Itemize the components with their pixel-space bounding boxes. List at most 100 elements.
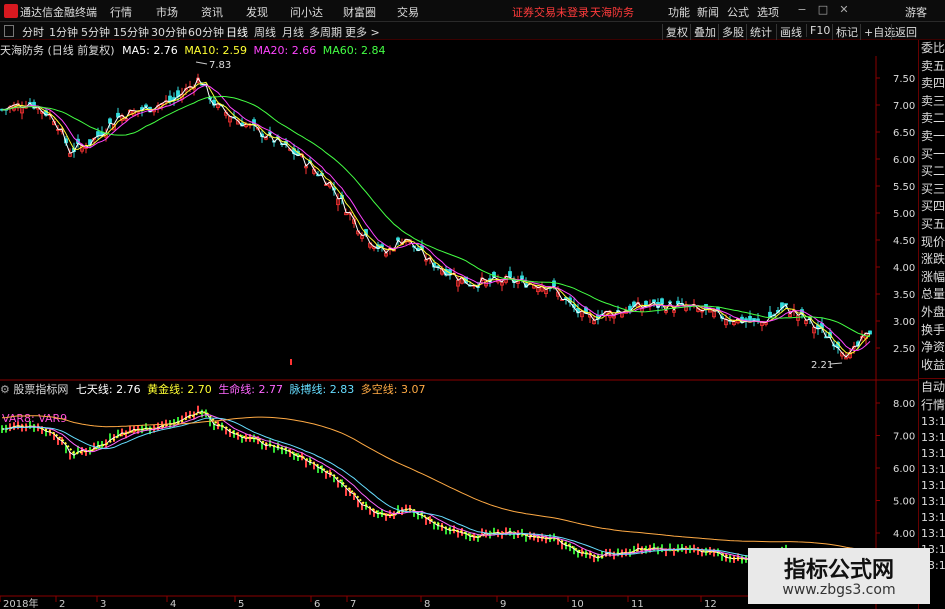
menu-faxian[interactable]: 发现: [246, 4, 268, 20]
indicator-tick-label: 7.00: [893, 432, 915, 443]
quote-field-6: 买一: [921, 146, 945, 161]
multi-stock-button[interactable]: 多股: [718, 24, 744, 40]
indicator-tick-label: 8.00: [893, 399, 915, 410]
chart-area[interactable]: 7.50 7.00 6.50 6.00 5.50 5.00 4.50 4.00 3.50 3.00…: [0, 56, 918, 609]
indicator-line-2: [1, 414, 871, 577]
high-price-label: 7.83: [209, 60, 231, 71]
date-tick-label: 2018年: [3, 597, 38, 609]
watermark-title: 指标公式网: [783, 558, 894, 583]
quote-field-4: 卖二: [921, 111, 945, 126]
date-tick-label: 9: [500, 599, 506, 609]
ma-line-1: [1, 81, 871, 355]
price-tick-label: 6.50: [893, 128, 915, 139]
tick-panel-tab-1[interactable]: 行情: [919, 397, 945, 415]
tick-time-5: 13:12: [921, 495, 945, 509]
statistics-button[interactable]: 统计: [746, 24, 772, 40]
period-monthly[interactable]: 月线: [282, 24, 304, 40]
app-title: 通达信金融终端: [20, 6, 97, 19]
app-logo-icon: [4, 4, 18, 18]
guest-label[interactable]: 游客: [905, 4, 927, 20]
menu-zixun[interactable]: 资讯: [201, 4, 223, 20]
quote-field-list: 委比 卖五 卖四 卖三 卖二 卖一 买一 买二 买三 买四 买五 现价 涨跌 涨幅 总量 外盘 换手 净资 收益: [919, 40, 945, 374]
menu-jiaoyi[interactable]: 交易: [397, 4, 419, 20]
tick-panel-tab-0[interactable]: 自动: [919, 379, 945, 397]
price-tick-label: 4.50: [893, 236, 915, 247]
mark-button[interactable]: 标记: [832, 24, 858, 40]
period-15min[interactable]: 15分钟: [113, 24, 149, 40]
date-tick-label: 3: [100, 599, 106, 609]
period-weekly[interactable]: 周线: [254, 24, 276, 40]
tick-time-7: 13:12: [921, 527, 945, 541]
tick-time-1: 13:11: [921, 431, 945, 445]
menu-xinwen[interactable]: 新闻: [697, 4, 719, 20]
menu-hangqing[interactable]: 行情: [110, 4, 132, 20]
tick-time-4: 13:12: [921, 479, 945, 493]
close-icon[interactable]: ✕: [837, 3, 851, 17]
period-60min[interactable]: 60分钟: [188, 24, 224, 40]
menu-shichang[interactable]: 市场: [156, 4, 178, 20]
period-toolbar: 分时 1分钟 5分钟 15分钟 30分钟 60分钟 日线 周线 月线 多周期 更…: [0, 22, 945, 40]
price-tick-label: 7.50: [893, 74, 915, 85]
price-legend: 天海防务 (日线 前复权) MA5: 2.76 MA10: 2.59 MA20:…: [0, 42, 385, 57]
quote-field-3: 卖三: [921, 93, 945, 108]
f10-button[interactable]: F10: [806, 24, 830, 37]
period-daily[interactable]: 日线: [226, 24, 248, 40]
ma-line-3: [1, 95, 871, 338]
menu-gongshi[interactable]: 公式: [727, 4, 749, 20]
period-more[interactable]: 更多 >: [345, 24, 380, 40]
event-marker[interactable]: [290, 359, 292, 365]
indicator-tick-label: 4.00: [893, 529, 915, 540]
quote-field-15: 外盘: [921, 304, 945, 319]
indicator-tick-label: 5.00: [893, 497, 915, 508]
period-5min[interactable]: 5分钟: [81, 24, 110, 40]
high-price-pointer: [195, 61, 208, 65]
date-tick-label: 12: [704, 599, 717, 609]
back-button[interactable]: 返回: [891, 24, 917, 40]
date-tick-label: 10: [571, 599, 584, 609]
maximize-icon[interactable]: □: [816, 3, 830, 17]
indicator-panel: [1, 405, 871, 585]
tick-time-3: 13:11: [921, 463, 945, 477]
candle-body: [508, 271, 512, 278]
toggle-panel-icon[interactable]: [4, 25, 14, 37]
menu-xuanxiang[interactable]: 选项: [757, 4, 779, 20]
price-tick-label: 7.00: [893, 101, 915, 112]
period-multi[interactable]: 多周期: [309, 24, 342, 40]
date-tick-label: 7: [350, 599, 356, 609]
quote-field-8: 买三: [921, 181, 945, 196]
overlay-button[interactable]: 叠加: [690, 24, 716, 40]
low-price-label: 2.21: [811, 360, 833, 371]
quote-field-0: 委比: [921, 41, 945, 55]
tick-time-6: 13:12: [921, 511, 945, 525]
candle-body: [108, 118, 112, 124]
quote-side-panel: 委比 卖五 卖四 卖三 卖二 卖一 买一 买二 买三 买四 买五 现价 涨跌 涨幅 总量 外盘 换手 净资 收益 自…: [918, 40, 945, 609]
minimize-icon[interactable]: −: [795, 3, 809, 17]
price-tick-label: 2.50: [893, 344, 915, 355]
date-tick-label: 5: [238, 599, 244, 609]
login-status[interactable]: 证券交易未登录: [512, 4, 589, 20]
current-stock-name: 天海防务: [590, 6, 634, 19]
candle-body: [660, 298, 664, 305]
quote-field-10: 买五: [921, 216, 945, 231]
draw-line-button[interactable]: 画线: [776, 24, 802, 40]
period-30min[interactable]: 30分钟: [151, 24, 187, 40]
quote-field-2: 卖四: [921, 76, 945, 91]
fuquan-button[interactable]: 复权: [662, 24, 688, 40]
quote-field-18: 收益: [921, 357, 945, 372]
period-1min[interactable]: 1分钟: [49, 24, 78, 40]
quote-field-13: 涨幅: [921, 269, 945, 284]
quote-field-17: 净资: [921, 340, 945, 355]
menu-caifuquan[interactable]: 财富圈: [343, 4, 376, 20]
price-tick-label: 5.00: [893, 209, 915, 220]
quote-field-5: 卖一: [921, 128, 945, 143]
period-fenshi[interactable]: 分时: [22, 24, 44, 40]
quote-field-7: 买二: [921, 164, 945, 179]
menu-wenxiaoda[interactable]: 问小达: [290, 4, 323, 20]
date-tick-label: 11: [631, 599, 644, 609]
price-tick-label: 3.50: [893, 290, 915, 301]
menu-bar: 通达信金融终端 行情 市场 资讯 发现 问小达 财富圈 交易 证券交易未登录 天…: [0, 0, 945, 22]
add-watchlist-button[interactable]: +自选: [860, 24, 895, 40]
indicator-line-4: [1, 415, 871, 551]
price-panel: [0, 73, 872, 360]
menu-gongneng[interactable]: 功能: [668, 4, 690, 20]
